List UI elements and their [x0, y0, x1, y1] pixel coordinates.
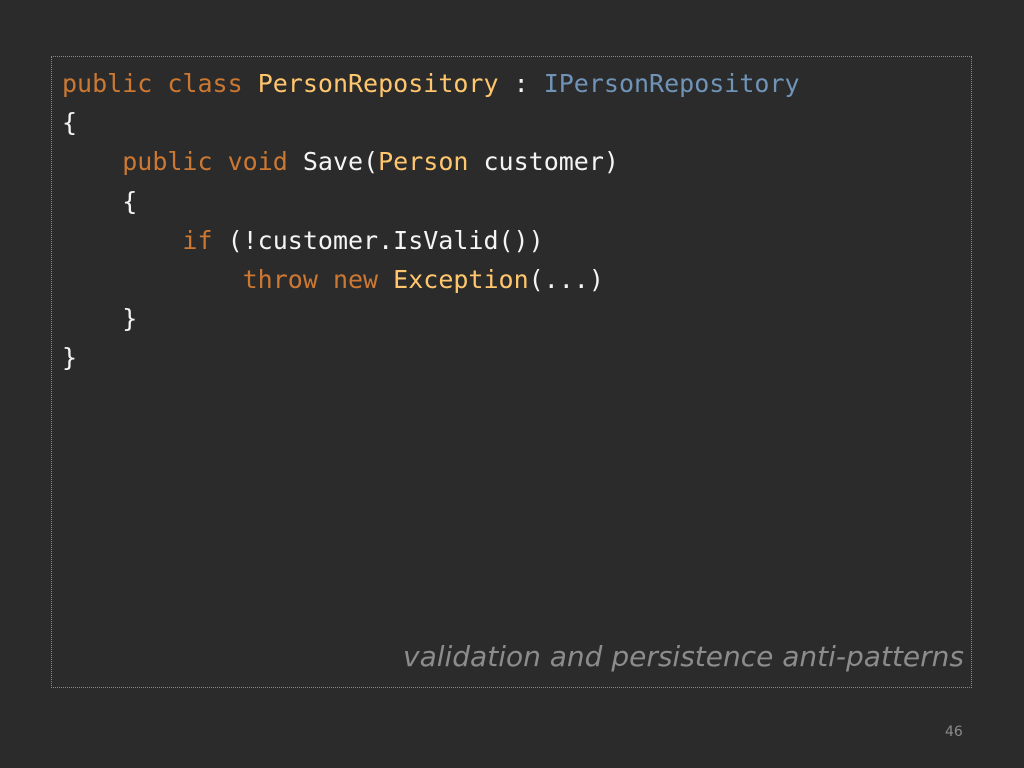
code-token-plain: { — [62, 108, 78, 138]
page-number: 46 — [945, 724, 963, 740]
code-token-plain: } — [62, 343, 78, 373]
code-token-plain: : — [498, 69, 544, 98]
code-token-plain: Save( — [287, 147, 379, 177]
code-token-type: Person — [378, 147, 469, 177]
code-token-iface: IPersonRepository — [543, 69, 800, 98]
code-line: { — [62, 103, 800, 142]
code-token-plain: { — [62, 186, 138, 216]
slide-caption: validation and persistence anti-patterns — [403, 640, 964, 673]
code-token-kw: public — [62, 69, 153, 98]
code-token-plain: (!customer.IsValid()) — [212, 225, 544, 255]
code-token-plain: customer) — [468, 147, 619, 177]
code-line: public class PersonRepository : IPersonR… — [62, 64, 800, 103]
code-line: } — [62, 299, 800, 338]
code-line: } — [62, 338, 800, 377]
code-token-kw: throw — [242, 264, 318, 294]
code-line: throw new Exception(...) — [62, 260, 800, 299]
code-token-plain: (...) — [528, 264, 604, 294]
code-token-kw: if — [182, 225, 213, 255]
code-line: if (!customer.IsValid()) — [62, 221, 800, 260]
code-token-kw: void — [227, 147, 288, 177]
code-token-kw: class — [167, 69, 243, 98]
code-token-kw: public — [122, 147, 213, 177]
code-token-kw: new — [332, 264, 379, 294]
code-token-plain: } — [62, 304, 138, 334]
code-token-type: PersonRepository — [257, 69, 499, 98]
code-token-type: Exception — [393, 264, 529, 294]
code-block: public class PersonRepository : IPersonR… — [62, 64, 800, 378]
code-line: public void Save(Person customer) — [62, 142, 800, 181]
code-line: { — [62, 182, 800, 221]
